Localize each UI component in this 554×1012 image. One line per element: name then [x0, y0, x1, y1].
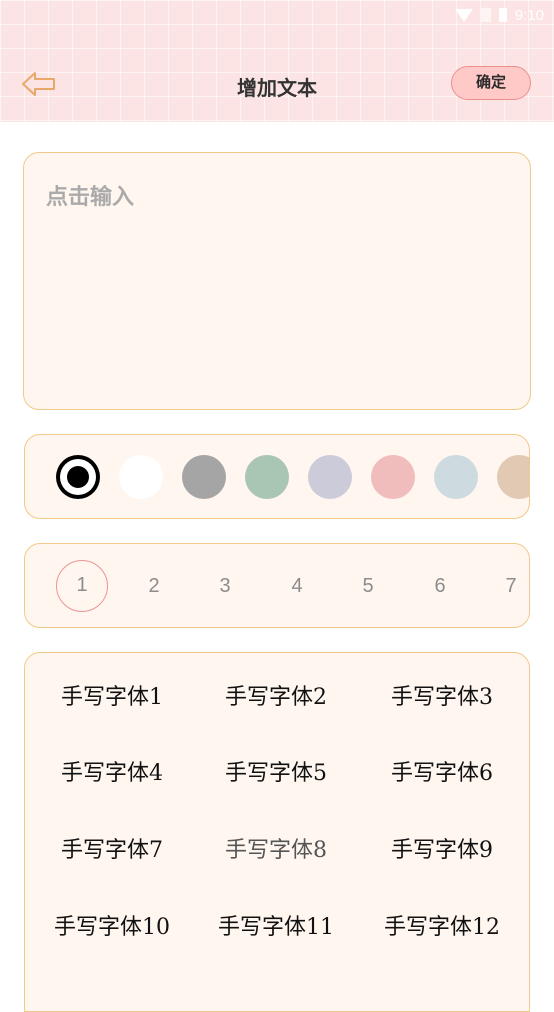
size-picker: 1 2 3 4 5 6 7 [24, 543, 530, 628]
color-swatch-beige[interactable] [497, 455, 529, 499]
color-swatch-light-blue[interactable] [434, 455, 478, 499]
font-option[interactable]: 手写字体3 [362, 678, 522, 718]
font-picker: 手写字体1 手写字体2 手写字体3 手写字体4 手写字体5 手写字体6 手写字体… [24, 652, 530, 1012]
size-option[interactable]: 2 [128, 560, 180, 612]
size-option[interactable]: 4 [271, 560, 323, 612]
font-option[interactable]: 手写字体7 [32, 831, 192, 871]
color-swatch-pink[interactable] [371, 455, 415, 499]
wifi-icon [454, 8, 473, 22]
font-option[interactable]: 手写字体5 [196, 754, 356, 794]
sim-icon [480, 8, 491, 22]
font-option[interactable]: 手写字体4 [32, 754, 192, 794]
color-picker [24, 434, 530, 519]
font-option[interactable]: 手写字体10 [32, 908, 192, 948]
text-input[interactable] [46, 185, 506, 210]
status-bar: 9:10 [454, 4, 544, 26]
font-option[interactable]: 手写字体2 [196, 678, 356, 718]
font-option[interactable]: 手写字体6 [362, 754, 522, 794]
size-option[interactable]: 6 [414, 560, 466, 612]
header: 9:10 增加文本 确定 [0, 0, 554, 122]
color-swatch-sage[interactable] [245, 455, 289, 499]
size-option[interactable]: 3 [199, 560, 251, 612]
font-option[interactable]: 手写字体9 [362, 831, 522, 871]
size-option[interactable]: 1 [56, 560, 108, 612]
font-option[interactable]: 手写字体8 [196, 831, 356, 871]
text-input-card [23, 152, 531, 410]
status-time: 9:10 [514, 6, 544, 24]
size-option[interactable]: 7 [485, 560, 529, 612]
font-option[interactable]: 手写字体1 [32, 678, 192, 718]
confirm-button[interactable]: 确定 [451, 66, 531, 100]
color-swatch-gray[interactable] [182, 455, 226, 499]
battery-icon [498, 8, 507, 22]
color-swatch-black[interactable] [56, 455, 100, 499]
font-option[interactable]: 手写字体12 [362, 908, 522, 948]
color-swatch-lavender[interactable] [308, 455, 352, 499]
color-swatch-white[interactable] [119, 455, 163, 499]
font-option[interactable]: 手写字体11 [196, 908, 356, 948]
size-option[interactable]: 5 [342, 560, 394, 612]
